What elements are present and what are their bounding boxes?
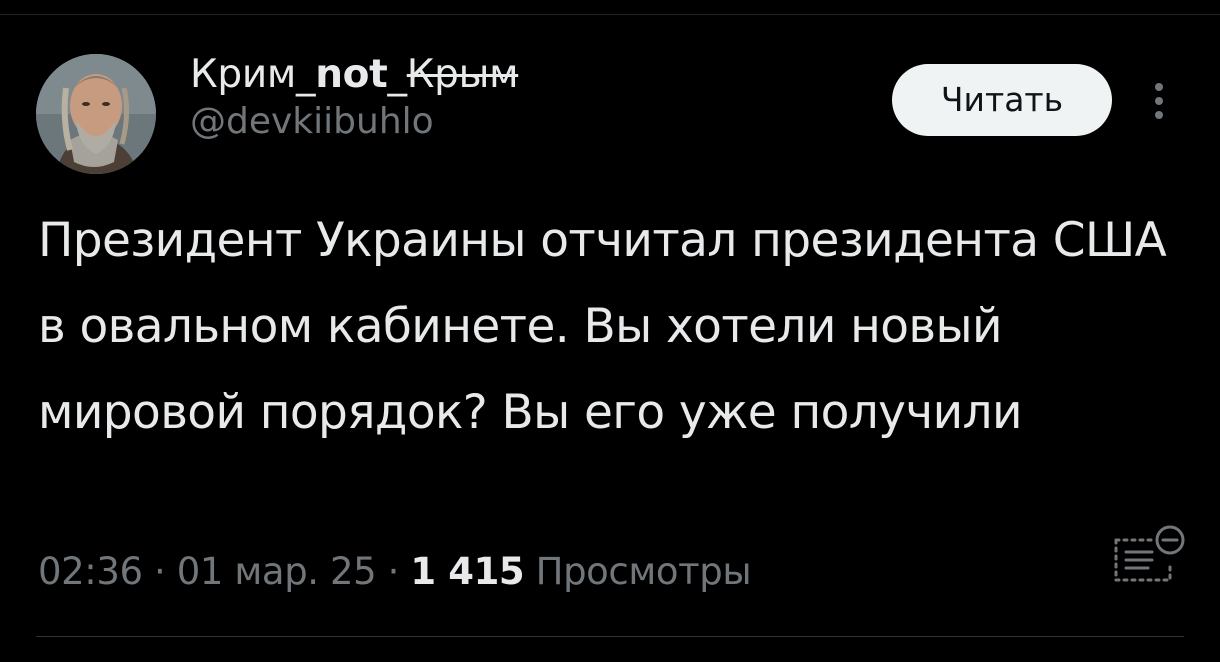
author-info[interactable]: Крим_not_Крым @devkiibuhlo [190,52,519,144]
follow-button[interactable]: Читать [892,64,1112,136]
author-name-bold: not [315,52,388,97]
meta-separator: · [387,550,400,593]
author-name-separator: _ [387,52,408,97]
avatar[interactable] [36,54,156,174]
avatar-image [36,54,156,174]
top-divider [0,14,1220,15]
post-date[interactable]: 01 мар. 25 [177,550,377,593]
views-label: Просмотры [535,550,752,593]
post-time[interactable]: 02:36 [38,550,143,593]
post-text: Президент Украины отчитал президента США… [38,213,1167,440]
post-analytics-icon[interactable] [1112,518,1188,584]
meta-separator: · [154,550,166,593]
author-name-struck: Крым [406,52,519,97]
author-name-regular: Крим_ [190,52,316,97]
views-count: 1 415 [410,550,525,593]
author-display-name[interactable]: Крим_not_Крым [190,52,519,98]
author-handle[interactable]: @devkiibuhlo [190,100,518,144]
post-meta: 02:36 · 01 мар. 25 · 1 415 Просмотры [38,548,752,596]
more-vertical-icon[interactable] [1148,80,1170,122]
bottom-divider [36,636,1184,637]
